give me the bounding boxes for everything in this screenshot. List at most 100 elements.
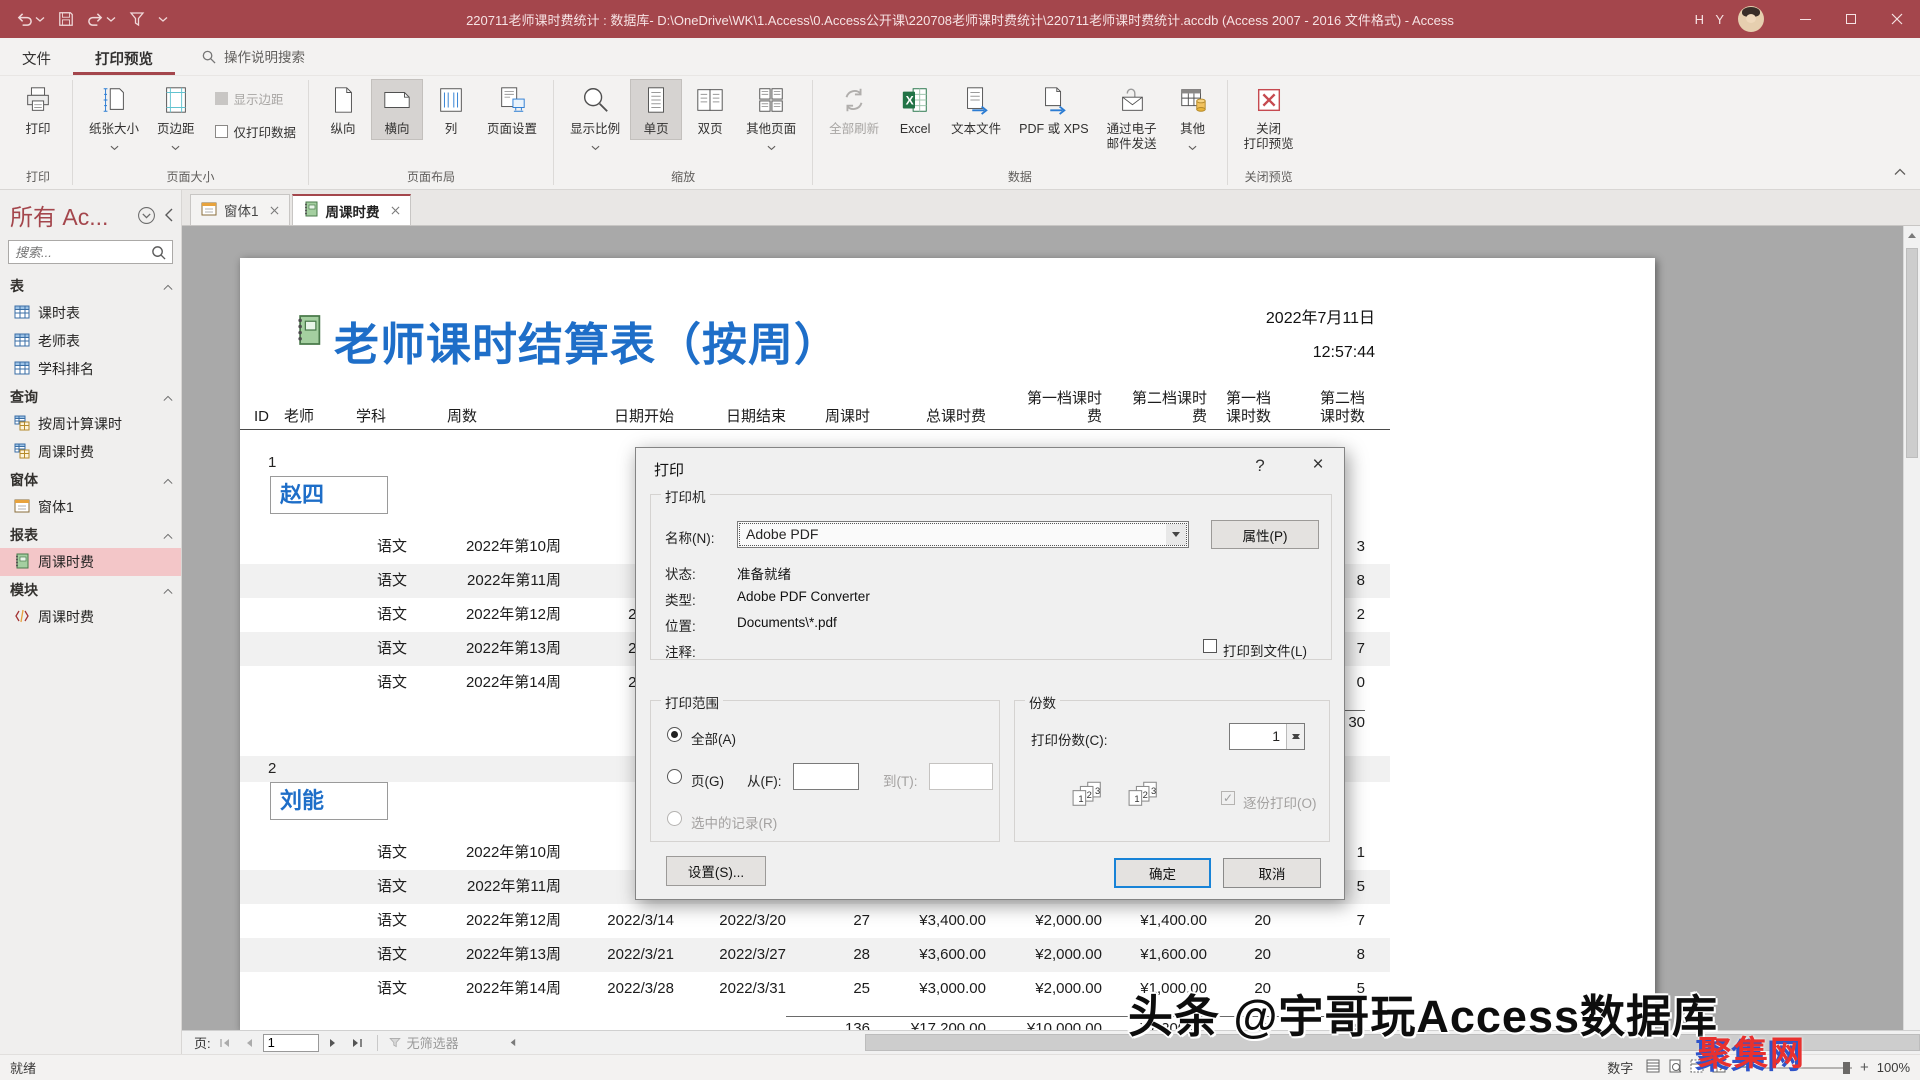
cell bbox=[284, 1016, 356, 1030]
vertical-scroll-thumb[interactable] bbox=[1906, 248, 1918, 458]
properties-button[interactable]: 属性(P) bbox=[1211, 520, 1319, 549]
cell: 语文 bbox=[376, 946, 407, 963]
ribbon-button-3-0[interactable]: 显示比例 bbox=[562, 79, 628, 157]
search-icon[interactable] bbox=[151, 245, 166, 260]
ribbon-button-4-4[interactable]: 通过电子 邮件发送 bbox=[1099, 79, 1165, 155]
table-icon bbox=[14, 360, 30, 379]
minimize-button[interactable] bbox=[1782, 0, 1828, 38]
ribbon-button-5-0[interactable]: 关闭 打印预览 bbox=[1236, 79, 1302, 155]
sidebar-item-2-0[interactable]: 窗体1 bbox=[0, 493, 181, 521]
sidebar-item-1-1[interactable]: 周课时费 bbox=[0, 438, 181, 466]
cell bbox=[254, 666, 284, 700]
nav-search-box[interactable] bbox=[8, 240, 173, 264]
tab-file[interactable]: 文件 bbox=[0, 40, 73, 75]
chevron-down-icon[interactable] bbox=[1166, 524, 1186, 545]
cancel-button[interactable]: 取消 bbox=[1223, 858, 1321, 888]
setup-button[interactable]: 设置(S)... bbox=[666, 856, 766, 886]
svg-text:3: 3 bbox=[1095, 785, 1100, 796]
save-button[interactable] bbox=[58, 11, 74, 27]
ribbon-button-4-5[interactable]: 其他 bbox=[1167, 79, 1219, 157]
sidebar-section-4[interactable]: 模块 bbox=[0, 576, 181, 603]
avatar[interactable] bbox=[1738, 6, 1764, 32]
ribbon-button-2-2[interactable]: 列 bbox=[425, 79, 477, 140]
undo-button[interactable] bbox=[16, 11, 45, 28]
section-label: 报表 bbox=[10, 526, 38, 543]
tell-me-search[interactable]: 操作说明搜索 bbox=[201, 46, 305, 75]
maximize-button[interactable] bbox=[1828, 0, 1874, 38]
dialog-close-button[interactable]: × bbox=[1304, 454, 1332, 476]
sidebar-section-1[interactable]: 查询 bbox=[0, 383, 181, 410]
navigation-pane: 所有 Ac... 表课时表老师表学科排名查询按周计算课时周课时费窗体窗体1报表周… bbox=[0, 190, 182, 1054]
ribbon-button-2-1[interactable]: 横向 bbox=[371, 79, 424, 140]
filter-button[interactable] bbox=[129, 11, 145, 27]
sidebar-item-0-2[interactable]: 学科排名 bbox=[0, 355, 181, 383]
ribbon-button-3-1[interactable]: 单页 bbox=[630, 79, 683, 140]
ribbon-button-label: Excel bbox=[899, 122, 931, 136]
zoom-slider-thumb[interactable] bbox=[1842, 1061, 1850, 1074]
cell: 2022年第10周 bbox=[465, 538, 561, 555]
ribbon-button-1-1[interactable]: 页边距 bbox=[149, 79, 203, 157]
ok-button[interactable]: 确定 bbox=[1114, 858, 1211, 888]
report-header: 老师课时结算表（按周） 2022年7月11日 12:57:44 bbox=[240, 258, 1655, 376]
column-header: 老师 bbox=[284, 408, 315, 425]
zoom-in-button[interactable]: + bbox=[1860, 1059, 1869, 1076]
last-page-button[interactable] bbox=[347, 1034, 367, 1052]
sidebar-section-3[interactable]: 报表 bbox=[0, 521, 181, 548]
scroll-left-icon[interactable] bbox=[502, 1031, 523, 1054]
customize-chevron-button[interactable] bbox=[158, 16, 168, 23]
tab-close-icon[interactable] bbox=[270, 206, 279, 215]
vertical-scrollbar[interactable] bbox=[1903, 226, 1920, 1030]
dialog-help-button[interactable]: ? bbox=[1248, 456, 1272, 476]
tab-close-icon[interactable] bbox=[391, 206, 400, 215]
page-setup-icon bbox=[497, 85, 527, 118]
spinner-buttons[interactable] bbox=[1286, 724, 1304, 749]
ribbon-button-4-1[interactable]: X Excel bbox=[889, 79, 941, 140]
close-button[interactable] bbox=[1874, 0, 1920, 38]
sidebar-item-0-0[interactable]: 课时表 bbox=[0, 299, 181, 327]
document-area: 窗体1 周课时费 老师课时结算表（按周） 2022年7月11日 12:57:44 … bbox=[182, 190, 1920, 1054]
ribbon-button-2-3[interactable]: 页面设置 bbox=[479, 79, 545, 140]
report-view-icon[interactable] bbox=[1645, 1058, 1661, 1077]
redo-button[interactable] bbox=[87, 11, 116, 28]
sidebar-item-3-0[interactable]: 周课时费 bbox=[0, 548, 181, 576]
copies-stepper[interactable]: 1 bbox=[1229, 723, 1305, 750]
to-label: 到(T): bbox=[883, 774, 918, 789]
sidebar-item-4-0[interactable]: 周课时费 bbox=[0, 603, 181, 631]
printer-name-value: Adobe PDF bbox=[746, 526, 819, 542]
svg-text:1: 1 bbox=[1078, 793, 1083, 804]
ribbon-button-3-2[interactable]: 双页 bbox=[684, 79, 736, 140]
range-pages-radio[interactable] bbox=[667, 769, 682, 784]
ribbon-button-0-0[interactable]: 打印 bbox=[12, 79, 64, 140]
sidebar-section-2[interactable]: 窗体 bbox=[0, 466, 181, 493]
document-tab-1[interactable]: 周课时费 bbox=[291, 194, 411, 225]
ribbon-button-3-3[interactable]: 其他页面 bbox=[738, 79, 804, 157]
sidebar-item-1-0[interactable]: 按周计算课时 bbox=[0, 410, 181, 438]
scroll-up-icon[interactable] bbox=[1904, 226, 1920, 244]
range-all-radio[interactable] bbox=[667, 727, 682, 742]
cell: 2022年第14周 bbox=[465, 674, 561, 691]
category-dropdown-icon[interactable] bbox=[137, 206, 156, 225]
print-preview-icon[interactable] bbox=[1667, 1058, 1683, 1077]
ribbon-button-4-3[interactable]: PDF 或 XPS bbox=[1011, 79, 1096, 140]
chevron-down-icon bbox=[591, 138, 600, 154]
print-preview-canvas[interactable]: 老师课时结算表（按周） 2022年7月11日 12:57:44 ID 老师 学科 周数… bbox=[182, 226, 1920, 1030]
from-input[interactable] bbox=[793, 763, 859, 790]
tab-print-preview[interactable]: 打印预览 bbox=[73, 40, 175, 75]
page-number-input[interactable] bbox=[262, 1033, 319, 1052]
nav-search-input[interactable] bbox=[15, 244, 151, 260]
ribbon-button-2-0[interactable]: 纵向 bbox=[317, 79, 369, 140]
print-to-file-checkbox[interactable] bbox=[1203, 639, 1217, 653]
zoom-level[interactable]: 100% bbox=[1877, 1060, 1910, 1075]
shutter-close-icon[interactable] bbox=[163, 208, 175, 222]
ribbon-button-4-2[interactable]: 文本文件 bbox=[943, 79, 1009, 140]
printer-name-select[interactable]: Adobe PDF bbox=[737, 521, 1189, 548]
sidebar-item-0-1[interactable]: 老师表 bbox=[0, 327, 181, 355]
ribbon-checkbox-1-1[interactable]: 仅打印数据 bbox=[214, 122, 296, 141]
next-page-button[interactable] bbox=[323, 1034, 343, 1052]
ribbon-button-1-0[interactable]: 纸张大小 bbox=[81, 79, 147, 157]
sidebar-section-0[interactable]: 表 bbox=[0, 272, 181, 299]
cell: 2022年第13周 bbox=[465, 946, 561, 963]
sidebar-item-label: 窗体1 bbox=[38, 499, 74, 515]
collapse-ribbon-button[interactable] bbox=[1894, 163, 1906, 179]
document-tab-0[interactable]: 窗体1 bbox=[190, 194, 290, 225]
